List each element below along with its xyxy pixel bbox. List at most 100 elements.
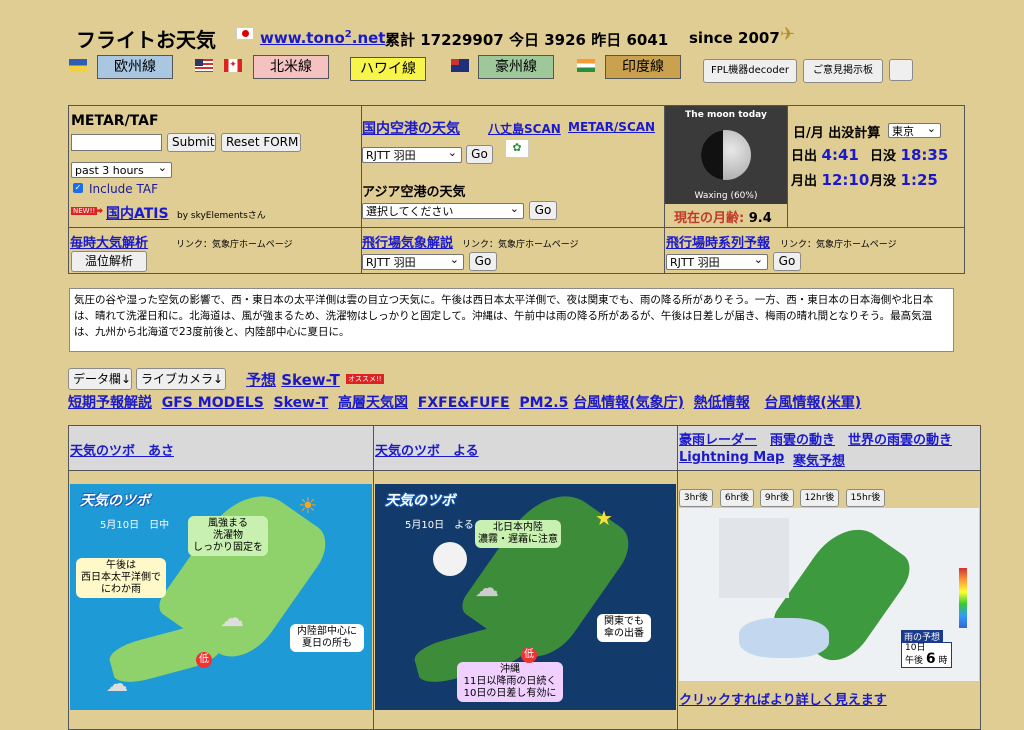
fxfe-fufe-link[interactable]: FXFE&FUFE — [418, 395, 510, 411]
asia-go-button[interactable]: Go — [529, 201, 557, 220]
morning-bubble-summer: 内陸部中心に 夏日の所も — [290, 624, 364, 652]
site-url-link[interactable]: www.tono2.net — [260, 29, 385, 47]
usa-flag-icon — [195, 59, 213, 72]
skewt-forecast: 予想 Skew-T — [246, 371, 340, 389]
hawaii-route-button[interactable]: ハワイ線 — [350, 57, 426, 81]
upper-air-chart-link[interactable]: 高層天気図 — [338, 395, 408, 411]
radar-15hr-button[interactable]: 15hr後 — [846, 489, 885, 507]
typhoon-jma-link[interactable]: 台風情報(気象庁) — [573, 395, 684, 411]
metar-scan-link[interactable]: METAR/SCAN — [568, 120, 655, 134]
morning-sun-icon: ☀ — [298, 494, 318, 519]
typhoon-us-link[interactable]: 台風情報(米軍) — [764, 395, 861, 411]
rain-forecast-map[interactable]: 雨の予想 10日 午後 6 時 — [679, 508, 979, 681]
skewt-main-link[interactable]: Skew-T — [281, 371, 340, 389]
since-text: since 2007 — [689, 29, 780, 47]
include-taf-label: Include TAF — [89, 182, 159, 196]
lightning-map-link[interactable]: Lightning Map — [679, 450, 784, 465]
moon-widget: The moon today Waxing (60%) — [665, 106, 787, 204]
tropical-low-link[interactable]: 熱低情報 — [694, 395, 750, 411]
aerodrome-go-button[interactable]: Go — [469, 252, 497, 271]
morning-weather-map[interactable]: 天気のツボ 5月10日 日中 風強まる 洗濯物 しっかり固定を 午後は 西日本太… — [70, 484, 372, 710]
asia-airport-select[interactable]: 選択してください — [362, 203, 524, 219]
domestic-airport-select[interactable]: RJTT 羽田 — [362, 147, 462, 163]
night-tsubo-link[interactable]: 天気のツボ よる — [375, 440, 479, 459]
heavy-rain-radar-link[interactable]: 豪雨レーダー — [679, 429, 757, 448]
site-title: フライトお天気 — [76, 28, 216, 52]
night-cloud-icon: ☁ — [475, 574, 499, 602]
europe-route-button[interactable]: 欧州線 — [97, 55, 173, 79]
rain-cloud-motion-link[interactable]: 雨雲の動き — [770, 429, 835, 448]
radar-6hr-button[interactable]: 6hr後 — [720, 489, 754, 507]
radar-9hr-button[interactable]: 9hr後 — [760, 489, 794, 507]
nav-links: 短期予報解説 GFS MODELS Skew-T 高層天気図 FXFE&FUFE… — [68, 392, 861, 412]
morning-tsubo-link[interactable]: 天気のツボ あさ — [70, 440, 174, 459]
data-section-button[interactable]: データ欄↓ — [68, 368, 132, 390]
timeseries-go-button[interactable]: Go — [773, 252, 801, 271]
morning-bubble-wind: 風強まる 洗濯物 しっかり固定を — [188, 516, 268, 556]
atis-credit: by skyElementsさん — [177, 211, 266, 221]
forecast-summary-text: 気圧の谷や湿った空気の影響で、西・東日本の太平洋側は雲の目立つ天気に。午後は西日… — [69, 288, 954, 352]
fpl-decoder-button[interactable]: FPL機器decoder — [703, 59, 797, 83]
city-select[interactable]: 東京 — [888, 123, 941, 138]
sunset-time: 日没 18:35 — [870, 146, 949, 164]
night-map-brand: 天気のツボ — [385, 493, 455, 509]
aerodrome-airport-select[interactable]: RJTT 羽田 — [362, 254, 464, 270]
red-arrow-icon: ➡ — [94, 204, 104, 217]
include-taf-checkbox[interactable]: ✓ — [73, 183, 83, 193]
australia-flag-icon — [451, 59, 469, 72]
skewt-link[interactable]: Skew-T — [274, 395, 329, 411]
metar-input[interactable] — [71, 134, 162, 151]
aerodrome-weather-link[interactable]: 飛行場気象解説 — [362, 232, 453, 251]
north-america-route-button[interactable]: 北米線 — [253, 55, 329, 79]
blank-button[interactable] — [889, 59, 913, 81]
atis-link[interactable]: 国内ATIS — [106, 203, 169, 223]
potential-temp-button[interactable]: 温位解析 — [71, 251, 147, 272]
cold-air-forecast-link[interactable]: 寒気予想 — [793, 450, 845, 469]
gfs-models-link[interactable]: GFS MODELS — [162, 395, 264, 411]
hachijojima-scan-link[interactable]: 八丈島SCAN — [488, 120, 561, 137]
night-star-icon: ★ — [595, 506, 613, 530]
domestic-go-button[interactable]: Go — [466, 145, 493, 164]
visit-counter: 累計 17229907 今日 3926 昨日 6041 — [385, 31, 669, 49]
asia-weather-title: アジア空港の天気 — [362, 185, 466, 200]
hourly-analysis-link[interactable]: 毎時大気解析 — [70, 232, 148, 251]
period-select[interactable]: past 3 hours — [71, 162, 172, 178]
hourly-analysis-note: リンク：気象庁ホームページ — [176, 240, 293, 250]
sunrise-time: 日出 4:41 — [791, 146, 859, 164]
submit-button[interactable]: Submit — [167, 133, 216, 152]
night-bubble-okinawa: 沖縄 11日以降雨の日続く 10日の日差し有効に — [457, 662, 563, 702]
domestic-weather-link[interactable]: 国内空港の天気 — [362, 118, 460, 138]
morning-sun-cloud-icon: ☁ — [106, 672, 128, 697]
world-rain-cloud-link[interactable]: 世界の雨雲の動き — [848, 429, 952, 448]
morning-cloud-icon: ☁ — [220, 604, 244, 632]
feedback-board-button[interactable]: ご意見掲示板 — [803, 59, 883, 83]
short-forecast-link[interactable]: 短期予報解説 — [68, 395, 152, 411]
moon-image-icon — [701, 130, 751, 180]
moonset-time: 月没 1:25 — [870, 171, 938, 189]
radar-3hr-button[interactable]: 3hr後 — [679, 489, 713, 507]
recommend-badge: オススメ!! — [346, 374, 384, 384]
rain-forecast-time: 10日 午後 6 時 — [901, 642, 952, 668]
japan-flag-icon — [236, 27, 254, 40]
timeseries-airport-select[interactable]: RJTT 羽田 — [666, 254, 768, 270]
eu-flag-icon — [69, 59, 87, 72]
night-low-pressure-icon: 低 — [521, 647, 537, 663]
pm25-link[interactable]: PM2.5 — [519, 395, 568, 411]
india-route-button[interactable]: 印度線 — [605, 55, 681, 79]
moon-age: 現在の月齢: 9.4 — [674, 211, 772, 226]
india-flag-icon — [577, 59, 595, 72]
live-camera-button[interactable]: ライブカメラ↓ — [136, 368, 226, 390]
timeseries-forecast-link[interactable]: 飛行場時系列予報 — [666, 232, 770, 251]
clover-logo-icon: ✿ — [505, 139, 529, 158]
night-weather-map[interactable]: 天気のツボ 5月10日 よる 北日本内陸 濃霧・遅霜に注意 関東でも 傘の出番 … — [375, 484, 676, 710]
night-map-date: 5月10日 よる — [405, 520, 474, 531]
australia-route-button[interactable]: 豪州線 — [478, 55, 554, 79]
sun-calc-title: 日/月 出没計算 — [793, 126, 881, 141]
night-moon-icon — [433, 542, 467, 576]
reset-form-button[interactable]: Reset FORM — [221, 133, 301, 152]
canada-flag-icon: ✦ — [224, 59, 242, 72]
click-for-detail-link[interactable]: クリックすればより詳しく見えます — [679, 689, 887, 708]
radar-12hr-button[interactable]: 12hr後 — [800, 489, 839, 507]
morning-map-date: 5月10日 日中 — [100, 520, 170, 531]
metar-title: METAR/TAF — [71, 113, 159, 129]
